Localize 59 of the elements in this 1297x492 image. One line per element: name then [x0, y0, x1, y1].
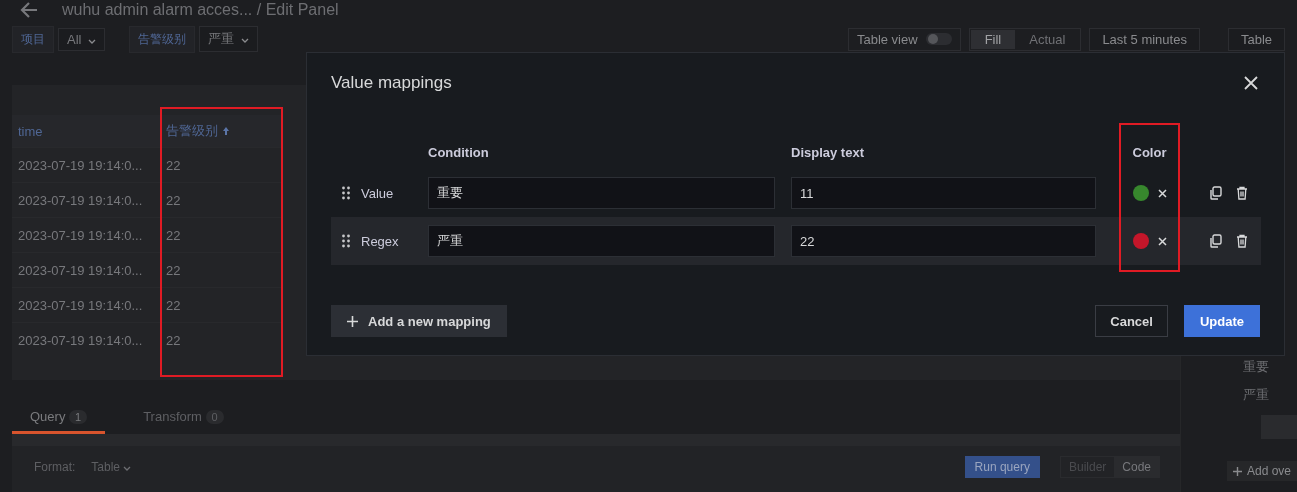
clear-icon[interactable] — [1157, 188, 1167, 198]
chevron-down-icon[interactable] — [88, 38, 97, 44]
run-query-button[interactable]: Run query — [964, 456, 1040, 478]
condition-input[interactable]: 严重 — [428, 225, 775, 257]
display-mode-option[interactable]: Actual — [1015, 29, 1080, 49]
display-text-input[interactable]: 11 — [791, 177, 1096, 209]
table-view-toggle[interactable]: Table view — [847, 27, 961, 51]
table-cell: 22 — [160, 252, 283, 287]
variable-select[interactable]: 严重 — [199, 26, 258, 52]
display-mode-option[interactable]: Fill — [970, 29, 1016, 49]
trash-icon[interactable] — [1236, 186, 1248, 200]
update-button[interactable]: Update — [1183, 305, 1260, 337]
variable-label: 告警级别 — [129, 25, 196, 53]
sort-arrow-icon[interactable] — [222, 126, 230, 136]
format-label: Format: — [34, 460, 76, 474]
variable-label: 项目 — [12, 25, 54, 53]
visualization-picker[interactable]: Table — [1227, 27, 1285, 51]
condition-input[interactable]: 重要 — [428, 177, 775, 209]
page-title: wuhu admin alarm acces... / Edit Panel — [62, 1, 339, 19]
add-mapping-button[interactable]: Add a new mapping — [331, 305, 507, 337]
table-cell: 2023-07-19 19:14:0... — [12, 287, 160, 322]
table-cell: 22 — [160, 287, 283, 322]
column-header: Display text — [791, 144, 865, 160]
column-header: Condition — [428, 144, 490, 160]
variable-select[interactable]: All — [58, 27, 106, 51]
option-value: 重要 — [1243, 358, 1269, 376]
back-arrow-icon[interactable] — [20, 2, 38, 18]
format-select[interactable]: Table — [85, 459, 138, 475]
dialog-title: Value mappings — [331, 73, 452, 93]
clear-icon[interactable] — [1157, 236, 1167, 246]
editor-mode-option[interactable]: Code — [1114, 457, 1159, 477]
chevron-down-icon[interactable] — [123, 466, 132, 471]
copy-icon[interactable] — [1209, 186, 1222, 200]
table-cell: 2023-07-19 19:14:0... — [12, 252, 160, 287]
color-dot[interactable] — [1132, 185, 1149, 201]
table-cell: 22 — [160, 147, 283, 182]
column-header: Color — [1132, 144, 1167, 160]
option-value: 严重 — [1243, 386, 1269, 404]
table-cell: 2023-07-19 19:14:0... — [12, 322, 160, 357]
table-cell: 2023-07-19 19:14:0... — [12, 182, 160, 217]
trash-icon[interactable] — [1236, 234, 1248, 248]
plus-icon[interactable] — [1232, 466, 1242, 476]
table-cell: 22 — [160, 322, 283, 357]
time-range-picker[interactable]: Last 5 minutes — [1089, 27, 1200, 51]
table-cell: 2023-07-19 19:14:0... — [12, 147, 160, 182]
mapping-type: Regex — [361, 233, 400, 249]
column-header[interactable]: time — [18, 123, 43, 139]
table-cell: 2023-07-19 19:14:0... — [12, 217, 160, 252]
drag-handle-icon[interactable] — [342, 234, 350, 248]
mapping-type: Value — [361, 185, 395, 201]
table-cell: 22 — [160, 217, 283, 252]
copy-icon[interactable] — [1209, 234, 1222, 248]
table-cell: 22 — [160, 182, 283, 217]
chevron-down-icon[interactable] — [240, 38, 249, 43]
drag-handle-icon[interactable] — [342, 186, 350, 200]
cancel-button[interactable]: Cancel — [1095, 305, 1168, 337]
display-text-input[interactable]: 22 — [791, 225, 1096, 257]
add-override-button[interactable]: Add ove — [1226, 461, 1297, 481]
close-icon[interactable] — [1244, 76, 1258, 90]
